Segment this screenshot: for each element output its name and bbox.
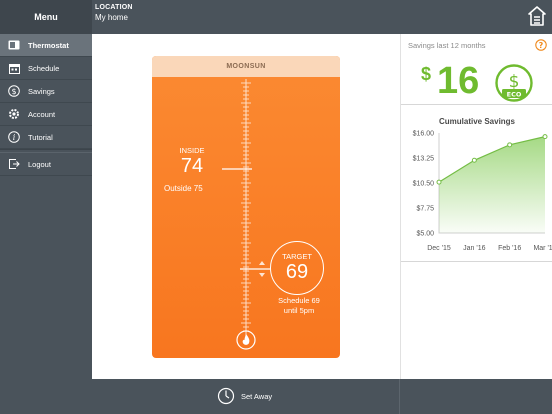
- data-point: [507, 142, 513, 148]
- y-tick-label: $13.25: [413, 156, 435, 163]
- bottom-divider: [399, 379, 400, 414]
- logout-icon: [8, 158, 20, 170]
- outside-temperature: Outside 75: [164, 184, 203, 193]
- sidebar-item-label: Logout: [28, 159, 51, 169]
- svg-text:$: $: [11, 87, 16, 96]
- svg-text:?: ?: [539, 41, 544, 50]
- target-value: 69: [285, 261, 309, 283]
- schedule-info: Schedule 69 until 5pm: [270, 296, 328, 316]
- inside-label: INSIDE: [179, 146, 205, 155]
- sidebar-item-account[interactable]: Account: [0, 103, 92, 126]
- sidebar-item-tutorial[interactable]: i Tutorial: [0, 126, 92, 149]
- thermostat-panel: MOONSUN INSIDE 74 Outside 75 TARGET 69 S…: [152, 56, 340, 358]
- sidebar: Thermostat Schedule $ Savings Account i …: [0, 34, 92, 414]
- target-temperature-dial[interactable]: TARGET 69: [270, 241, 324, 295]
- cumulative-savings-chart: $16.00 $13.25 $10.50 $7.75 $5.00 Dec '15 Jan '…: [413, 131, 552, 253]
- data-point: [436, 179, 442, 185]
- savings-amount: 16: [437, 60, 480, 102]
- svg-text:i: i: [13, 133, 16, 142]
- schedule-line-1: Schedule 69: [278, 296, 320, 305]
- x-tick-label: Mar '16: [533, 245, 552, 252]
- savings-area: [439, 136, 545, 233]
- thermostat-view: MOONSUN INSIDE 74 Outside 75 TARGET 69 S…: [92, 34, 399, 379]
- top-bar: Menu LOCATION My home: [0, 0, 552, 34]
- sidebar-item-logout[interactable]: Logout: [0, 153, 92, 176]
- inside-temperature: INSIDE 74: [172, 146, 212, 177]
- timer-icon: [217, 387, 235, 405]
- panel-divider: [401, 104, 552, 105]
- set-away-button[interactable]: Set Away: [217, 387, 272, 405]
- data-point: [542, 134, 548, 140]
- inside-value: 74: [180, 155, 204, 177]
- x-tick-label: Jan '16: [463, 245, 485, 252]
- location-block[interactable]: LOCATION My home: [95, 4, 133, 22]
- panel-divider-bottom: [401, 261, 552, 262]
- mode-header[interactable]: MOONSUN: [152, 56, 340, 77]
- home-icon[interactable]: [528, 6, 546, 26]
- savings-period-label: Savings last 12 months: [408, 41, 486, 50]
- eco-badge-label: ECO: [507, 90, 522, 98]
- dollar-icon: $: [8, 85, 20, 97]
- menu-title: Menu: [0, 0, 92, 34]
- gear-icon: [8, 108, 20, 120]
- info-icon: i: [8, 131, 20, 143]
- x-tick-label: Dec '15: [427, 245, 451, 252]
- y-tick-label: $7.75: [416, 206, 434, 213]
- currency-symbol: $: [421, 64, 432, 84]
- x-tick-label: Feb '16: [498, 245, 521, 252]
- thermostat-icon: [8, 39, 20, 51]
- y-tick-label: $5.00: [416, 231, 434, 238]
- calendar-icon: [8, 62, 20, 74]
- sidebar-item-label: Savings: [28, 86, 55, 96]
- savings-panel: Savings last 12 months ? $ 16 $ ECO Cumu…: [400, 34, 552, 379]
- set-away-label: Set Away: [241, 391, 273, 401]
- sidebar-item-savings[interactable]: $ Savings: [0, 80, 92, 103]
- data-point: [471, 157, 477, 163]
- sidebar-item-label: Thermostat: [28, 40, 69, 50]
- sidebar-item-label: Tutorial: [28, 132, 53, 142]
- flame-icon: [236, 330, 256, 350]
- location-value: My home: [95, 13, 128, 22]
- y-tick-label: $10.50: [413, 181, 435, 188]
- sidebar-item-label: Account: [28, 109, 56, 119]
- sidebar-item-thermostat[interactable]: Thermostat: [0, 34, 92, 57]
- help-icon[interactable]: ?: [535, 39, 547, 51]
- location-label: LOCATION: [95, 4, 133, 11]
- bottom-bar: Set Away: [92, 379, 552, 414]
- eco-badge-icon: $ ECO: [495, 64, 533, 102]
- sidebar-item-schedule[interactable]: Schedule: [0, 57, 92, 80]
- schedule-line-2: until 5pm: [283, 306, 315, 315]
- target-label: TARGET: [282, 252, 312, 261]
- sidebar-item-label: Schedule: [28, 63, 60, 73]
- y-tick-label: $16.00: [413, 131, 435, 138]
- chart-title: Cumulative Savings: [438, 117, 516, 126]
